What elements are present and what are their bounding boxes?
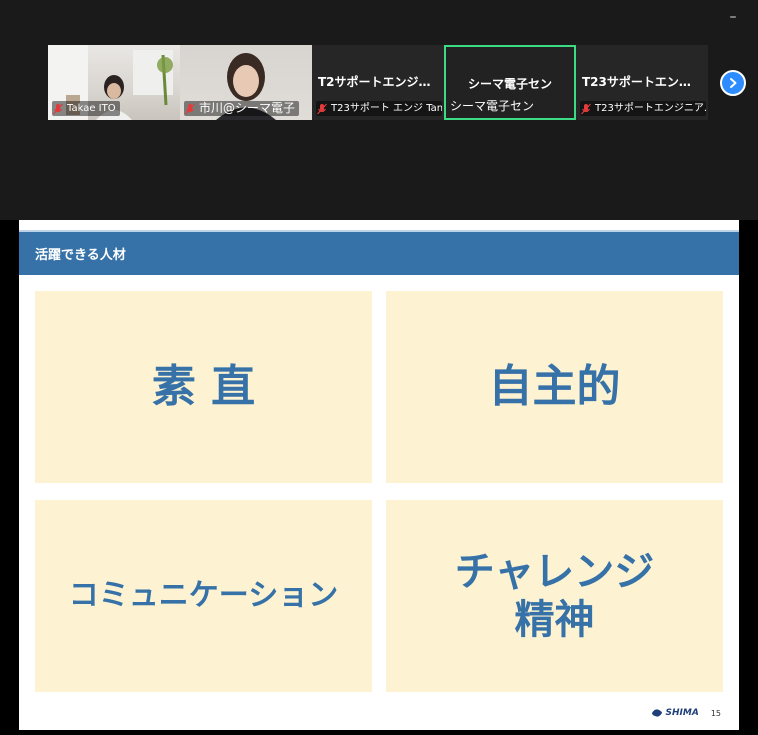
participant-label: Takae ITO	[52, 101, 120, 116]
slide-box-initiative: 自主的	[386, 291, 723, 483]
slide-title: 活躍できる人材	[35, 248, 126, 263]
minimize-button[interactable]: –	[726, 10, 740, 24]
slide-box-communication: コミュニケーション	[35, 500, 372, 692]
slide-header-bar: 活躍できる人材	[19, 230, 739, 275]
company-logo-text: SHIMA	[665, 708, 699, 718]
mic-muted-icon	[581, 103, 591, 114]
shima-logo-icon	[651, 709, 662, 717]
shared-screen-slide: 活躍できる人材 素 直 自主的 コミュニケーション チャレンジ 精神 SHIMA…	[19, 220, 739, 730]
participant-display-name: T2サポートエンジニア...	[318, 75, 444, 89]
chevron-right-icon	[730, 78, 737, 88]
mic-muted-icon	[53, 103, 63, 114]
participant-tile-4-active-speaker[interactable]: シーマ電子セン シーマ電子セン	[444, 45, 576, 120]
participant-label: シーマ電子セン	[450, 99, 535, 113]
mic-muted-icon	[185, 103, 195, 114]
participant-display-name: T23サポートエンジニア...	[582, 75, 708, 89]
participant-tile-3[interactable]: T2サポートエンジニア... T23サポート エンジ Tan	[312, 45, 444, 120]
slide-footer: SHIMA 15	[651, 708, 721, 718]
participant-tile-2[interactable]: 市川@シーマ電子	[180, 45, 312, 120]
next-page-button[interactable]	[720, 70, 746, 96]
slide-box-honesty: 素 直	[35, 291, 372, 483]
participant-tile-5[interactable]: T23サポートエンジニア... T23サポートエンジニア...	[576, 45, 708, 120]
participant-display-name: シーマ電子セン	[467, 77, 552, 91]
participant-tile-1[interactable]: Takae ITO	[48, 45, 180, 120]
slide-box-challenge-spirit: チャレンジ 精神	[386, 500, 723, 692]
mic-muted-icon	[317, 103, 327, 114]
participant-label: 市川@シーマ電子	[184, 101, 300, 116]
participant-label: T23サポートエンジニア...	[580, 101, 706, 116]
slide-page-number: 15	[710, 708, 721, 718]
participant-label: T23サポート エンジ Tan	[316, 101, 442, 116]
video-gallery-bar: – Takae ITO 市川@シーマ電子 T2サポートエンジニア... T23サ…	[0, 0, 758, 220]
